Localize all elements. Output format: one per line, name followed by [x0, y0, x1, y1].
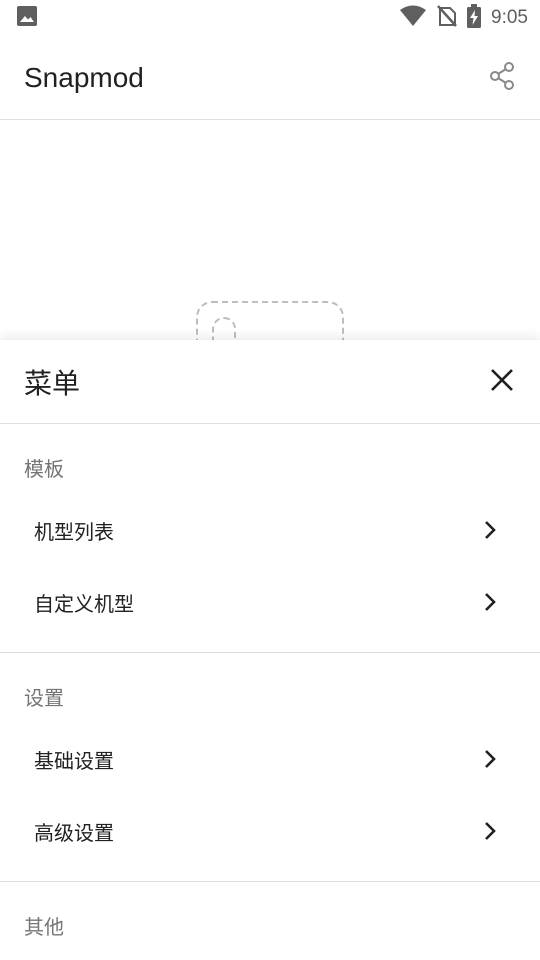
- menu-item-basic-settings[interactable]: 基础设置: [0, 723, 540, 795]
- section-title: 模板: [24, 457, 64, 481]
- wifi-icon: [399, 5, 427, 31]
- menu-sheet-title: 菜单: [24, 366, 81, 400]
- chevron-right-icon: [480, 592, 500, 612]
- share-icon: [487, 61, 517, 95]
- menu-item-custom-device[interactable]: 自定义机型: [0, 566, 540, 638]
- section-other: 其他: [0, 882, 540, 952]
- app-bar: Snapmod: [0, 36, 540, 120]
- status-bar: 9:05: [0, 0, 540, 36]
- menu-item-label: 高级设置: [34, 820, 114, 845]
- section-templates: 模板 机型列表 自定义机型: [0, 424, 540, 653]
- menu-sheet-header: 菜单: [0, 340, 540, 424]
- share-button[interactable]: [484, 60, 520, 96]
- menu-item-label: 基础设置: [34, 748, 114, 773]
- status-time: 9:05: [491, 7, 528, 28]
- chevron-right-icon: [480, 749, 500, 769]
- app-title: Snapmod: [24, 61, 144, 93]
- chevron-right-icon: [480, 821, 500, 841]
- preview-area: [0, 121, 540, 421]
- image-icon: [16, 5, 38, 31]
- close-button[interactable]: [486, 366, 518, 398]
- menu-item-label: 自定义机型: [34, 591, 134, 616]
- no-sim-icon: [437, 5, 457, 31]
- screen: 9:05 Snapmod 菜单 模板 机型列表 自定义机型 设置 基础设置 高级…: [0, 0, 540, 960]
- battery-charging-icon: [467, 4, 482, 32]
- close-icon: [490, 368, 514, 396]
- chevron-right-icon: [480, 520, 500, 540]
- menu-sheet: 菜单 模板 机型列表 自定义机型 设置 基础设置 高级设置 其他: [0, 340, 540, 960]
- section-title: 设置: [24, 686, 64, 710]
- section-settings: 设置 基础设置 高级设置: [0, 653, 540, 882]
- menu-item-label: 机型列表: [34, 519, 114, 544]
- section-title: 其他: [24, 915, 64, 939]
- menu-item-device-list[interactable]: 机型列表: [0, 494, 540, 566]
- menu-item-advanced-settings[interactable]: 高级设置: [0, 795, 540, 867]
